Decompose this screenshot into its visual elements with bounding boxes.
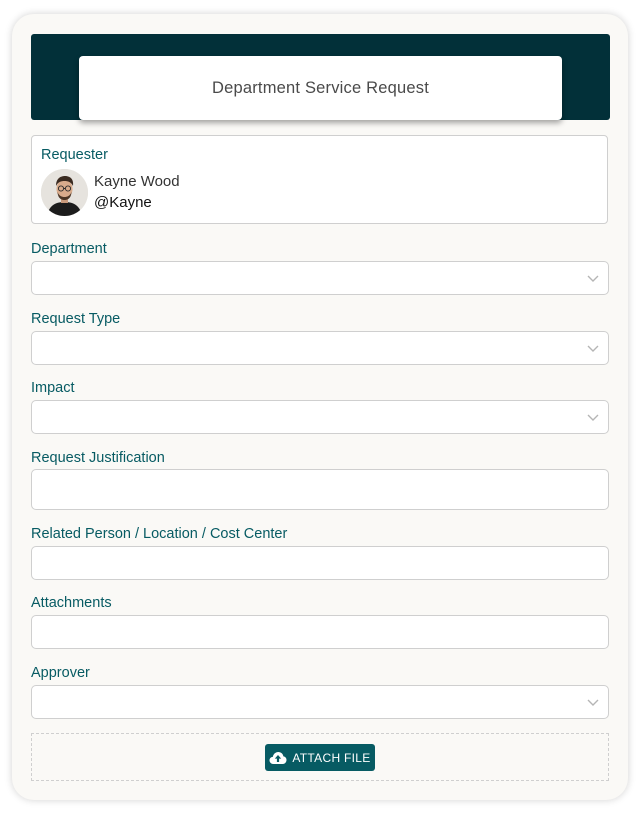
chevron-down-icon (587, 345, 599, 352)
chevron-down-icon (587, 699, 599, 706)
cloud-upload-icon (269, 751, 287, 764)
approver-select[interactable] (31, 685, 609, 719)
related-person-input[interactable] (31, 546, 609, 580)
request-type-label: Request Type (31, 311, 121, 327)
department-label: Department (31, 241, 107, 257)
request-type-select[interactable] (31, 331, 609, 365)
requester-handle: @Kayne (94, 194, 152, 211)
request-justification-label: Request Justification (31, 450, 165, 466)
request-justification-input[interactable] (31, 469, 609, 510)
impact-select[interactable] (31, 400, 609, 434)
chevron-down-icon (587, 275, 599, 282)
requester-name: Kayne Wood (94, 173, 180, 190)
attach-file-label: ATTACH FILE (292, 750, 371, 765)
attachments-input[interactable] (31, 615, 609, 649)
attach-file-button[interactable]: ATTACH FILE (265, 744, 375, 771)
department-select[interactable] (31, 261, 609, 295)
requester-label: Requester (41, 147, 108, 163)
attachments-label: Attachments (31, 595, 112, 611)
requester-card: Requester Kayne Wood @Kayne (31, 135, 608, 224)
impact-label: Impact (31, 380, 75, 396)
related-person-label: Related Person / Location / Cost Center (31, 526, 288, 542)
chevron-down-icon (587, 414, 599, 421)
form-title: Department Service Request (79, 56, 562, 120)
approver-label: Approver (31, 665, 90, 681)
avatar (41, 169, 88, 216)
